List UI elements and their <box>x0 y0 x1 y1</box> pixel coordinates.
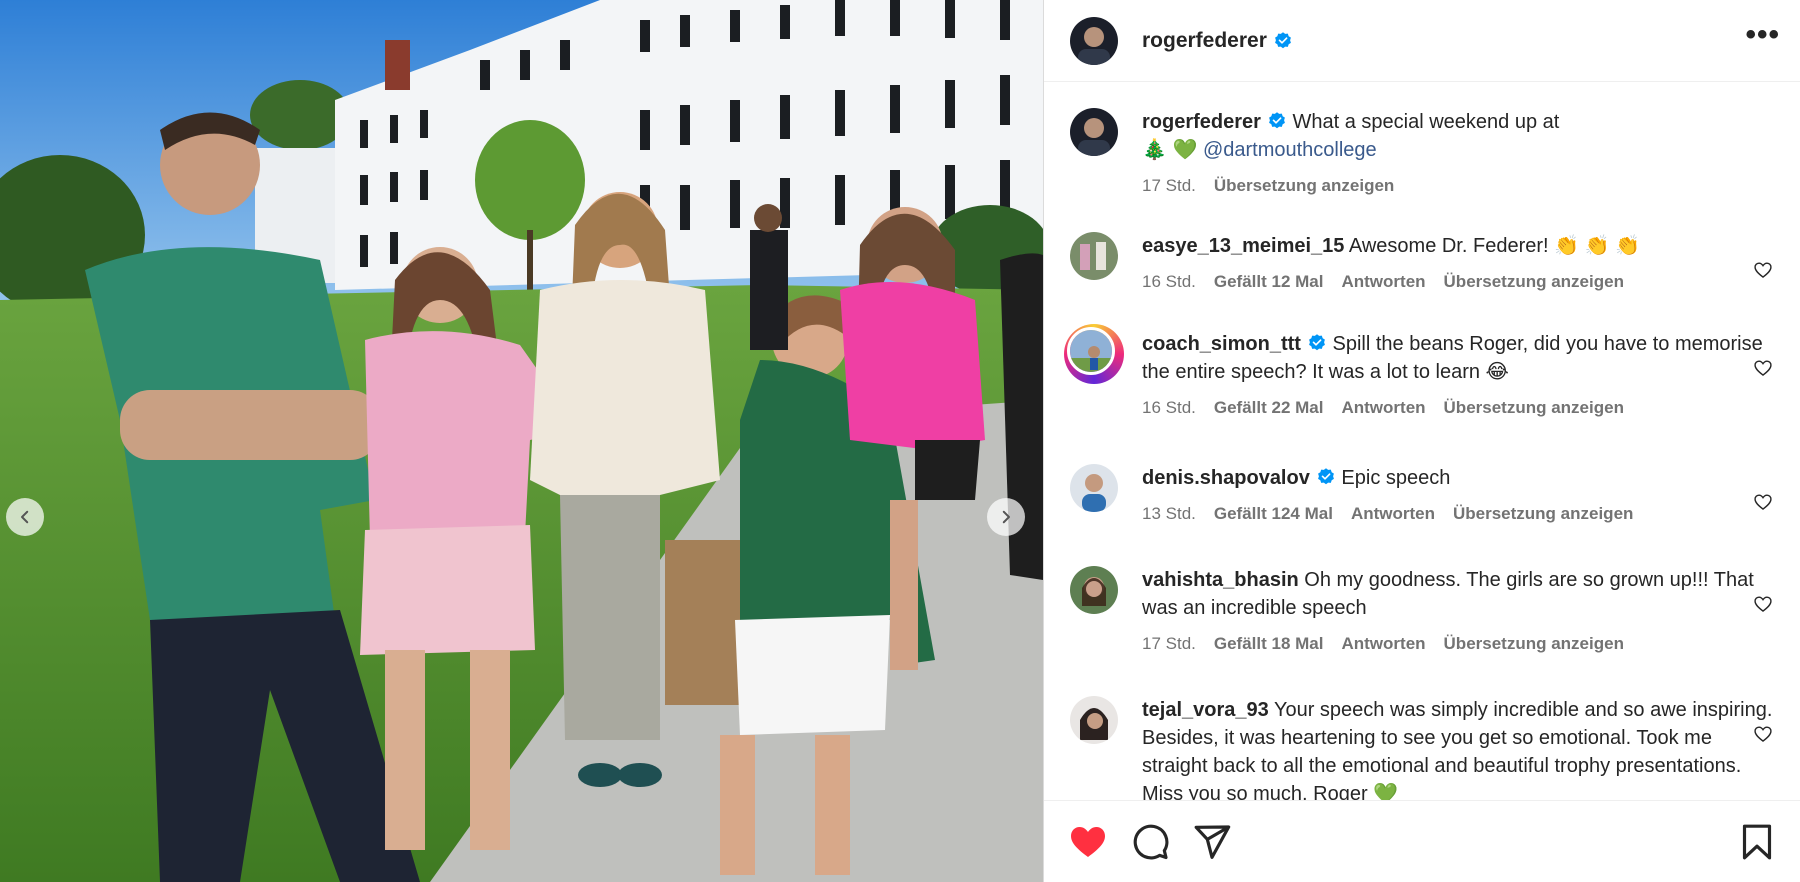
more-options-button[interactable]: ••• <box>1745 19 1780 62</box>
comment-text: Epic speech <box>1341 467 1451 489</box>
commenter-avatar[interactable] <box>1070 464 1118 512</box>
comment-translate-link[interactable]: Übersetzung anzeigen <box>1444 268 1624 296</box>
comment-translate-link[interactable]: Übersetzung anzeigen <box>1453 500 1633 528</box>
comment-username[interactable]: vahishta_bhasin <box>1142 569 1299 591</box>
comment-item: coach_simon_ttt Spill the beans Roger, d… <box>1064 324 1781 422</box>
comment-item: tejal_vora_93 Your speech was simply inc… <box>1070 696 1781 800</box>
comment-likes[interactable]: Gefällt 18 Mal <box>1214 630 1324 658</box>
reply-button[interactable]: Antworten <box>1341 394 1425 422</box>
reply-button[interactable]: Antworten <box>1341 630 1425 658</box>
comment-text: Awesome Dr. Federer! 👏 👏 👏 <box>1348 235 1640 257</box>
caption-text: What a special weekend up at <box>1292 111 1560 133</box>
chevron-left-icon <box>21 510 29 524</box>
comment-username[interactable]: denis.shapovalov <box>1142 467 1310 489</box>
comment-bubble-icon[interactable] <box>1130 822 1170 862</box>
comment-likes[interactable]: Gefällt 12 Mal <box>1214 268 1324 296</box>
post-caption: rogerfederer What a special weekend up a… <box>1070 108 1781 200</box>
comment-username[interactable]: easye_13_meimei_15 <box>1142 235 1344 257</box>
like-comment-heart-icon[interactable] <box>1753 260 1773 280</box>
comment-translate-link[interactable]: Übersetzung anzeigen <box>1444 630 1624 658</box>
caption-translate-link[interactable]: Übersetzung anzeigen <box>1214 172 1394 200</box>
comment-time[interactable]: 16 Std. <box>1142 268 1196 296</box>
reply-button[interactable]: Antworten <box>1341 268 1425 296</box>
author-avatar[interactable] <box>1070 108 1118 156</box>
comment-likes[interactable]: Gefällt 124 Mal <box>1214 500 1333 528</box>
commenter-avatar[interactable] <box>1070 566 1118 614</box>
post-side-panel: rogerfederer ••• rogerfederer What a spe… <box>1043 0 1800 882</box>
bookmark-icon[interactable] <box>1737 822 1777 862</box>
like-comment-heart-icon[interactable] <box>1753 358 1773 378</box>
comment-username[interactable]: tejal_vora_93 <box>1142 699 1269 721</box>
comment-item: easye_13_meimei_15 Awesome Dr. Federer! … <box>1070 232 1781 296</box>
verified-badge-icon <box>1274 31 1291 48</box>
author-avatar[interactable] <box>1070 16 1118 65</box>
verified-badge-icon <box>1309 334 1325 351</box>
comment-item: vahishta_bhasin Oh my goodness. The girl… <box>1070 566 1781 658</box>
comment-time[interactable]: 16 Std. <box>1142 394 1196 422</box>
like-comment-heart-icon[interactable] <box>1753 724 1773 744</box>
caption-time[interactable]: 17 Std. <box>1142 172 1196 200</box>
comment-item: denis.shapovalov Epic speech 13 Std. Gef… <box>1070 464 1781 528</box>
carousel-prev-button[interactable] <box>6 498 44 536</box>
verified-badge-icon <box>1269 112 1285 129</box>
comment-username[interactable]: coach_simon_ttt <box>1142 333 1301 355</box>
like-comment-heart-icon[interactable] <box>1753 492 1773 512</box>
post-actions-bar <box>1044 800 1800 882</box>
comment-likes[interactable]: Gefällt 22 Mal <box>1214 394 1324 422</box>
post-photo[interactable] <box>0 0 1043 882</box>
commenter-avatar[interactable] <box>1070 696 1118 744</box>
commenter-avatar-story-ring[interactable] <box>1064 324 1124 384</box>
paper-plane-icon[interactable] <box>1192 822 1232 862</box>
comment-translate-link[interactable]: Übersetzung anzeigen <box>1444 394 1624 422</box>
caption-mention-link[interactable]: @dartmouthcollege <box>1203 139 1377 161</box>
heart-filled-icon[interactable] <box>1068 822 1108 862</box>
comment-time[interactable]: 17 Std. <box>1142 630 1196 658</box>
photo-scene <box>0 0 1043 882</box>
comment-time[interactable]: 13 Std. <box>1142 500 1196 528</box>
author-username[interactable]: rogerfederer <box>1142 29 1267 53</box>
reply-button[interactable]: Antworten <box>1351 500 1435 528</box>
commenter-avatar[interactable] <box>1070 232 1118 280</box>
caption-username[interactable]: rogerfederer <box>1142 111 1261 133</box>
chevron-right-icon <box>1002 510 1010 524</box>
verified-badge-icon <box>1317 468 1334 485</box>
post-header: rogerfederer ••• <box>1044 0 1800 82</box>
like-comment-heart-icon[interactable] <box>1753 594 1773 614</box>
caption-emoji: 🎄 💚 <box>1142 139 1198 161</box>
carousel-next-button[interactable] <box>987 498 1025 536</box>
comments-list[interactable]: rogerfederer What a special weekend up a… <box>1044 82 1800 800</box>
